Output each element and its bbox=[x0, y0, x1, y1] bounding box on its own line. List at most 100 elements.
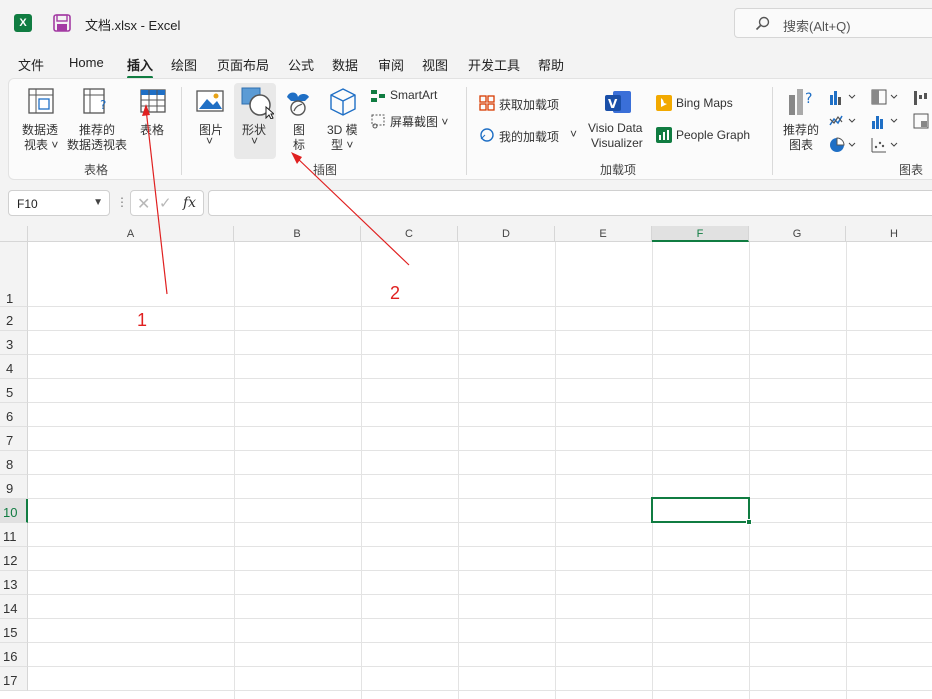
select-all-button[interactable] bbox=[0, 226, 28, 242]
pivot-chart-icon[interactable] bbox=[913, 113, 931, 129]
column-header[interactable]: B bbox=[234, 226, 361, 242]
column-header[interactable]: E bbox=[555, 226, 652, 242]
scatter-chart-icon[interactable] bbox=[871, 137, 899, 153]
smartart-label: SmartArt bbox=[390, 88, 438, 102]
column-header-selected[interactable]: F bbox=[652, 226, 749, 242]
gridline bbox=[28, 546, 932, 547]
gridline bbox=[361, 242, 362, 699]
gridline bbox=[28, 378, 932, 379]
waterfall-chart-icon[interactable] bbox=[913, 89, 931, 105]
ribbon: 数据透 视表 ˅ ? 推荐的 数据透视表 表格 表格 图片 ˅ 形状 ˅ 图 标… bbox=[8, 78, 932, 180]
row-header[interactable]: 9 bbox=[0, 475, 28, 499]
svg-text:?: ? bbox=[805, 91, 812, 107]
gridline bbox=[749, 242, 750, 699]
gridline bbox=[28, 426, 932, 427]
tab-file[interactable]: 文件 bbox=[18, 55, 44, 74]
tab-developer[interactable]: 开发工具 bbox=[468, 55, 520, 74]
row-header[interactable]: 16 bbox=[0, 643, 28, 667]
divider bbox=[772, 87, 773, 175]
divider bbox=[466, 87, 467, 175]
3d-model-label-2: 型 ˅ bbox=[331, 138, 354, 152]
column-header[interactable]: A bbox=[28, 226, 234, 242]
gridline bbox=[28, 402, 932, 403]
line-chart-icon[interactable] bbox=[829, 113, 857, 129]
visio-label-1: Visio Data bbox=[588, 121, 643, 135]
people-graph-label: People Graph bbox=[676, 128, 751, 142]
chevron-down-icon: ˅ bbox=[251, 134, 259, 148]
ribbon-tabs: 文件 Home 插入 绘图 页面布局 公式 数据 审阅 视图 开发工具 帮助 bbox=[0, 50, 932, 79]
pie-chart-icon[interactable] bbox=[829, 137, 857, 153]
tab-view[interactable]: 视图 bbox=[422, 55, 448, 74]
column-header[interactable]: C bbox=[361, 226, 458, 242]
row-header[interactable]: 6 bbox=[0, 403, 28, 427]
screenshot-label: 屏幕截图 ˅ bbox=[390, 115, 449, 129]
chevron-down-icon[interactable]: ▼ bbox=[93, 197, 103, 208]
search-input[interactable]: 搜索(Alt+Q) bbox=[734, 8, 932, 38]
annotation-label-1: 1 bbox=[137, 310, 148, 330]
row-header[interactable]: 12 bbox=[0, 547, 28, 571]
tab-review[interactable]: 审阅 bbox=[378, 55, 404, 74]
get-addins-label: 获取加载项 bbox=[499, 98, 560, 112]
row-header[interactable]: 1 bbox=[0, 242, 28, 307]
gridline bbox=[28, 498, 932, 499]
table-label: 表格 bbox=[140, 123, 165, 137]
statistic-chart-icon[interactable] bbox=[871, 113, 899, 129]
tab-home[interactable]: Home bbox=[69, 55, 104, 70]
visio-label-2: Visualizer bbox=[591, 136, 643, 150]
name-box[interactable]: F10 ▼ bbox=[8, 190, 110, 216]
pivot-table-icon bbox=[28, 88, 54, 114]
row-header[interactable]: 7 bbox=[0, 427, 28, 451]
more-icon[interactable]: ⋮ bbox=[116, 195, 128, 209]
row-header[interactable]: 4 bbox=[0, 355, 28, 379]
column-header[interactable]: D bbox=[458, 226, 555, 242]
gridline bbox=[28, 570, 932, 571]
formula-bar: F10 ▼ ⋮ ✕ ✓ fx bbox=[0, 186, 932, 222]
table-icon bbox=[140, 89, 166, 113]
group-label-tables: 表格 bbox=[84, 163, 109, 177]
column-header[interactable]: H bbox=[846, 226, 932, 242]
fill-handle[interactable] bbox=[746, 519, 752, 525]
row-header[interactable]: 13 bbox=[0, 571, 28, 595]
tab-page-layout[interactable]: 页面布局 bbox=[217, 55, 269, 74]
group-label-addins: 加载项 bbox=[600, 163, 637, 177]
gridline bbox=[28, 450, 932, 451]
tab-formulas[interactable]: 公式 bbox=[288, 55, 314, 74]
group-label-charts: 图表 bbox=[899, 163, 924, 177]
row-header[interactable]: 17 bbox=[0, 667, 28, 691]
gridline bbox=[28, 690, 932, 691]
cancel-icon[interactable]: ✕ bbox=[137, 194, 150, 214]
column-header[interactable]: G bbox=[749, 226, 846, 242]
row-header-selected[interactable]: 10 bbox=[0, 499, 28, 523]
insert-function-icon[interactable]: fx bbox=[183, 195, 196, 211]
search-placeholder: 搜索(Alt+Q) bbox=[783, 19, 851, 34]
row-header[interactable]: 11 bbox=[0, 523, 28, 547]
search-icon bbox=[755, 16, 770, 31]
people-graph-icon bbox=[656, 127, 672, 143]
row-header[interactable]: 5 bbox=[0, 379, 28, 403]
tab-insert[interactable]: 插入 bbox=[127, 55, 154, 79]
row-header[interactable]: 3 bbox=[0, 331, 28, 355]
tab-draw[interactable]: 绘图 bbox=[171, 55, 197, 74]
tab-data[interactable]: 数据 bbox=[332, 55, 358, 74]
save-icon[interactable] bbox=[52, 13, 72, 33]
gridline bbox=[28, 330, 932, 331]
row-header[interactable]: 15 bbox=[0, 619, 28, 643]
gridline bbox=[28, 618, 932, 619]
icons-label-2: 标 bbox=[293, 138, 306, 152]
enter-icon[interactable]: ✓ bbox=[159, 194, 172, 212]
selected-cell[interactable] bbox=[651, 497, 750, 523]
gridline bbox=[28, 474, 932, 475]
document-title: 文档.xlsx - Excel bbox=[85, 18, 181, 33]
row-header[interactable]: 8 bbox=[0, 451, 28, 475]
row-header[interactable]: 14 bbox=[0, 595, 28, 619]
column-chart-icon[interactable] bbox=[829, 89, 857, 105]
shapes-icon bbox=[241, 87, 274, 119]
spreadsheet-grid[interactable]: A B C D E F G H 1 2 3 4 5 6 7 8 9 10 11 … bbox=[0, 226, 932, 699]
tab-help[interactable]: 帮助 bbox=[538, 55, 564, 74]
row-header[interactable]: 2 bbox=[0, 307, 28, 331]
excel-window: X 文档.xlsx - Excel 搜索(Alt+Q) 文件 Home 插入 绘… bbox=[0, 0, 932, 699]
formula-input[interactable] bbox=[208, 190, 932, 216]
hierarchy-chart-icon[interactable] bbox=[871, 89, 899, 105]
svg-text:V: V bbox=[608, 97, 618, 111]
picture-icon bbox=[196, 90, 224, 112]
